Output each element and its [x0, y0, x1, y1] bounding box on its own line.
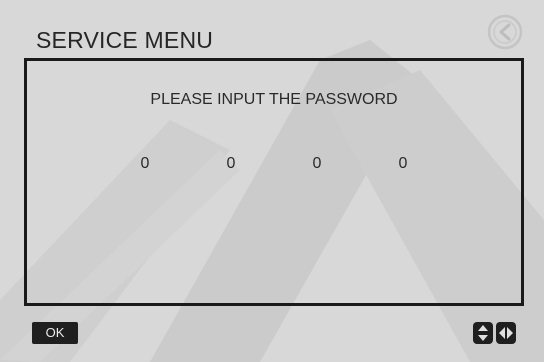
- password-digit-3[interactable]: 0: [305, 155, 329, 173]
- password-panel: PLEASE INPUT THE PASSWORD 0 0 0 0: [24, 58, 524, 306]
- left-right-arrows-icon[interactable]: [496, 322, 516, 344]
- up-down-arrows-icon[interactable]: [473, 322, 493, 344]
- service-menu-screen: SERVICE MENU PLEASE INPUT THE PASSWORD 0…: [0, 0, 544, 362]
- password-prompt: PLEASE INPUT THE PASSWORD: [150, 91, 398, 108]
- ok-button[interactable]: OK: [32, 322, 78, 344]
- back-arrow-icon[interactable]: [485, 12, 525, 52]
- password-digit-1[interactable]: 0: [133, 155, 157, 173]
- password-digit-2[interactable]: 0: [219, 155, 243, 173]
- password-digit-4[interactable]: 0: [391, 155, 415, 173]
- navigation-arrows: [473, 322, 516, 344]
- page-title: SERVICE MENU: [36, 27, 214, 53]
